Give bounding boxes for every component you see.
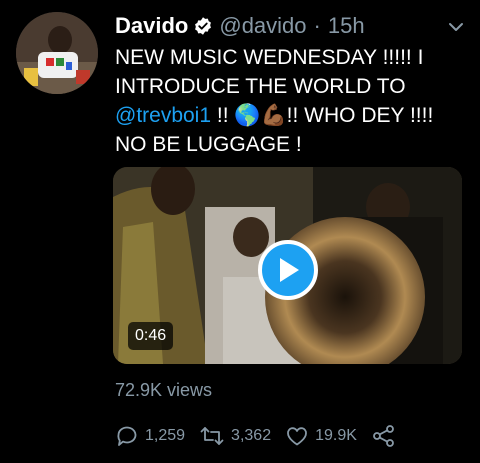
author-name[interactable]: Davido: [115, 12, 188, 40]
action-bar: 1,259 3,362 19.9K: [115, 423, 417, 449]
play-button[interactable]: [258, 240, 318, 300]
like-button[interactable]: 19.9K: [285, 424, 357, 448]
tweet-text-line: INTRODUCE THE WORLD TO: [115, 75, 406, 98]
tweet-text-line: NEW MUSIC WEDNESDAY !!!!! I: [115, 46, 424, 69]
retweet-icon: [200, 427, 224, 445]
reply-button[interactable]: 1,259: [115, 424, 185, 448]
view-count: 72.9K views: [115, 380, 213, 400]
tweet-text-line: @trevboi1 !! 🌎💪🏾!! WHO DEY !!!!: [115, 101, 460, 130]
retweet-button[interactable]: 3,362: [199, 424, 271, 448]
tweet-text-fragment: !! 🌎💪🏾!! WHO DEY !!!!: [211, 104, 434, 127]
share-button[interactable]: [371, 424, 403, 448]
reply-icon: [117, 426, 137, 446]
like-icon: [287, 427, 307, 446]
tweet-text-line: NO BE LUGGAGE !: [115, 133, 302, 156]
tweet-timestamp[interactable]: 15h: [328, 12, 365, 40]
verified-badge-icon: [193, 16, 213, 36]
tweet-text: NEW MUSIC WEDNESDAY !!!!! I INTRODUCE TH…: [115, 43, 460, 159]
reply-count: 1,259: [145, 427, 186, 444]
share-icon: [373, 425, 394, 447]
mention-link[interactable]: @trevboi1: [115, 104, 211, 127]
retweet-count: 3,362: [231, 427, 272, 444]
avatar-image: [16, 12, 98, 94]
chevron-down-icon[interactable]: [445, 16, 467, 38]
tweet-header: Davido @davido · 15h: [115, 12, 365, 40]
like-count: 19.9K: [315, 427, 357, 444]
video-duration: 0:46: [128, 322, 174, 350]
avatar[interactable]: [16, 12, 98, 94]
header-separator: ·: [313, 13, 321, 38]
author-handle[interactable]: @davido: [219, 12, 306, 40]
play-icon: [280, 258, 299, 282]
